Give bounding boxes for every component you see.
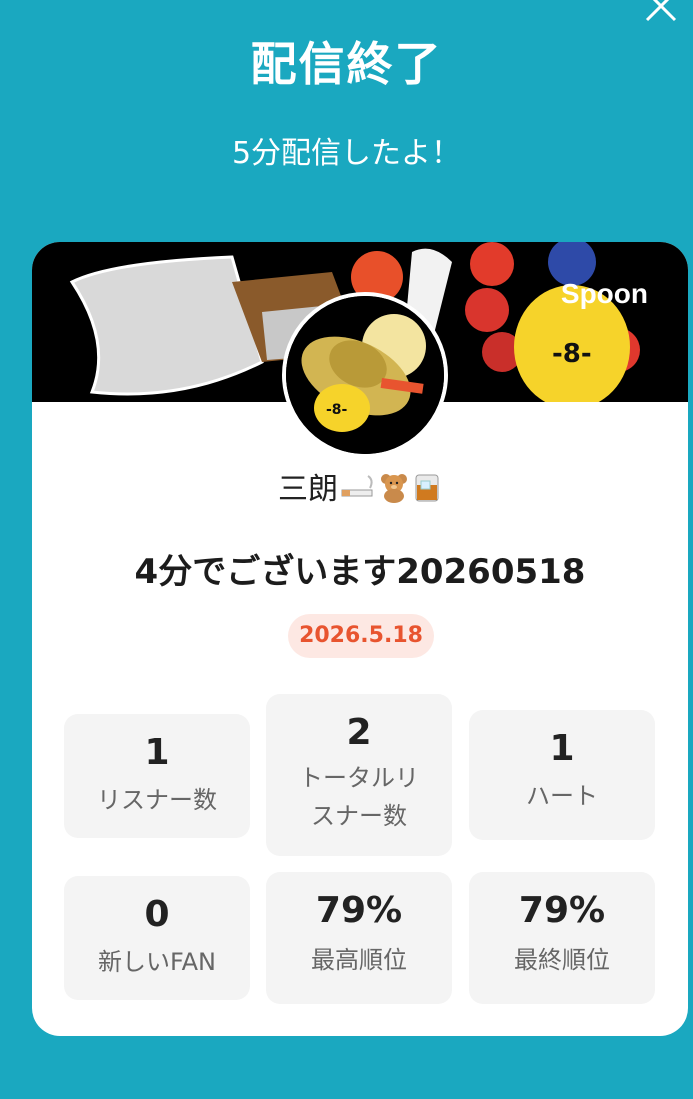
whisky-glass-emoji — [412, 471, 442, 511]
cigarette-emoji — [340, 473, 376, 508]
stat-label: ハート — [526, 782, 598, 810]
page-title: 配信終了 — [250, 37, 443, 91]
stat-label: 新しいFAN — [98, 948, 216, 976]
date-badge: 2026.5.18 — [288, 614, 434, 658]
svg-text:-8-: -8- — [326, 402, 348, 418]
teddy-bear-emoji — [378, 471, 410, 511]
stat-hearts: 1 ハート — [469, 710, 655, 840]
svg-text:-8-: -8- — [552, 339, 592, 369]
stat-label-line2: スナー数 — [311, 802, 407, 830]
live-summary-card: -8- Spoon -8- 三朗 4分でございます20260518 2026.5… — [32, 242, 688, 1036]
stat-listeners: 1 リスナー数 — [64, 714, 250, 838]
live-duration-message: 5分配信したよ！ — [231, 136, 462, 171]
stat-value: 1 — [144, 732, 170, 773]
stat-value: 1 — [549, 728, 575, 769]
stat-value: 0 — [144, 894, 170, 935]
close-button[interactable] — [641, 0, 681, 26]
avatar[interactable]: -8- — [282, 292, 448, 458]
stat-label: 最高順位 — [311, 946, 407, 974]
stat-total-listeners: 2 トータルリ スナー数 — [266, 694, 452, 856]
stat-label: リスナー数 — [97, 786, 217, 814]
stat-new-fans: 0 新しいFAN — [64, 876, 250, 1000]
live-title: 4分でございます20260518 — [134, 552, 586, 592]
stat-value: 79% — [518, 890, 606, 931]
nickname-text: 三朗 — [278, 472, 338, 507]
close-icon — [645, 0, 677, 22]
stat-label-line1: トータルリ — [299, 764, 419, 792]
spoon-logo: Spoon — [560, 278, 648, 309]
stat-label: 最終順位 — [514, 946, 610, 974]
stat-value: 2 — [346, 712, 372, 753]
stat-highest-rank: 79% 最高順位 — [266, 872, 452, 1004]
stat-value: 79% — [315, 890, 403, 931]
nickname: 三朗 — [32, 464, 688, 511]
stat-final-rank: 79% 最終順位 — [469, 872, 655, 1004]
